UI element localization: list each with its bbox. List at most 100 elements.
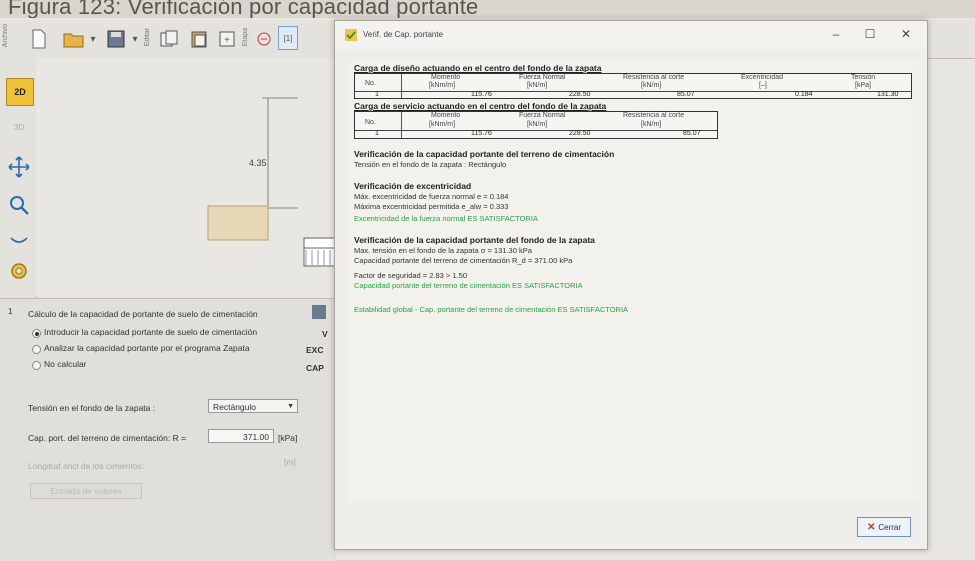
close-x-icon: ✕: [866, 521, 876, 533]
col-header: Tensión: [851, 74, 876, 81]
mode-3d-button[interactable]: 3D: [6, 114, 32, 140]
unit-label: [kN/m]: [641, 121, 662, 128]
verif-dialog: Verif. de Cap. portante – ☐ ✕ Carga de d…: [334, 20, 928, 550]
side-label-v: V: [322, 329, 328, 339]
copy-icon[interactable]: [158, 26, 180, 52]
fondo-line-1: Max. tensión en el fondo de la zapata σ …: [354, 246, 532, 255]
cap-unit: [kPa]: [278, 433, 298, 443]
fondo-line-2: Capacidad portante del terreno de ciment…: [354, 256, 573, 265]
panel-heading: Cálculo de la capacidad de portante de s…: [28, 309, 258, 319]
fondo-line-3: Factor de seguridad = 2.83 > 1.50: [354, 271, 467, 280]
mode-2d-button[interactable]: 2D: [6, 78, 34, 106]
fondo-ok-status: Capacidad portante del terreno de ciment…: [354, 281, 583, 290]
dialog-title: Verif. de Cap. portante: [363, 30, 444, 39]
input-panel: 1 Cálculo de la capacidad de portante de…: [0, 298, 336, 561]
table-cell: 1: [375, 91, 379, 98]
service-load-table: No. Momento Fuerza Normal Resistencia al…: [354, 111, 718, 139]
figure-caption: Figura 123: Verificación por capacidad p…: [8, 0, 479, 19]
cerrar-button[interactable]: ✕ Cerrar: [857, 517, 911, 537]
col-header: Resistencia al corte: [623, 112, 685, 119]
chevron-down-icon: ▼: [287, 403, 294, 410]
dialog-app-icon: [345, 28, 357, 41]
col-header: Resistencia al corte: [623, 74, 685, 81]
option-no-calcular-label: No calcular: [44, 359, 87, 369]
cap-input[interactable]: 371.00: [208, 429, 274, 443]
longitud-unit: [m]: [284, 457, 296, 467]
col-header: No.: [365, 119, 376, 126]
option-analizar-label: Analizar la capacidad portante por el pr…: [44, 343, 250, 353]
panel-marker: 1: [8, 307, 13, 316]
drawing-canvas[interactable]: 4.35: [36, 58, 336, 296]
unit-label: [kPa]: [855, 82, 871, 89]
radio-introducir[interactable]: [32, 329, 41, 338]
radio-no-calcular[interactable]: [32, 361, 41, 370]
tension-select[interactable]: Rectángulo ▼: [208, 399, 298, 413]
design-load-table: No. Momento Fuerza Normal Resistencia al…: [354, 73, 912, 99]
zoom-icon[interactable]: [6, 192, 32, 218]
col-header: Excentricidad: [741, 74, 784, 81]
side-label-cap: CAP: [306, 363, 324, 373]
exc-line-2: Máxima excentricidad permitida e_alw = 0…: [354, 202, 509, 211]
side-label-exc: EXC: [306, 345, 324, 355]
radio-analizar[interactable]: [32, 345, 41, 354]
editar-label: Editar: [144, 28, 151, 47]
paste-icon[interactable]: [188, 26, 210, 52]
unit-label: [kN/m]: [527, 82, 548, 89]
unit-label: [kN/m]: [527, 121, 548, 128]
table-cell: 228.50: [569, 91, 591, 98]
verif-subtext: Tensión en el fondo de la zapata : Rectá…: [354, 160, 507, 169]
new-file-icon[interactable]: [28, 26, 50, 52]
unit-label: [kNm/m]: [429, 121, 456, 128]
etapa-label: Etapa: [242, 28, 249, 47]
dialog-content: Carga de diseño actuando en el centro de…: [349, 61, 919, 501]
option-introducir-label: Introducir la capacidad portante de suel…: [44, 327, 258, 337]
table-cell: 131.30: [877, 91, 899, 98]
stage-1-tab[interactable]: [1]: [278, 26, 298, 50]
maximize-icon[interactable]: ☐: [859, 23, 881, 45]
service-table-title: Carga de servicio actuando en el centro …: [354, 101, 607, 111]
tension-select-value: Rectángulo: [213, 402, 257, 412]
fondo-heading: Verificación de la capacidad portante de…: [354, 235, 595, 245]
settings-gear-icon[interactable]: [6, 258, 32, 284]
col-header: No.: [365, 80, 376, 87]
table-cell: 115.76: [471, 130, 492, 137]
unit-label: [kNm/m]: [429, 82, 456, 89]
minimize-icon[interactable]: –: [825, 23, 847, 45]
svg-text:+: +: [224, 35, 230, 46]
table-cell: 115.76: [471, 91, 492, 98]
remove-stage-icon[interactable]: [256, 26, 272, 52]
collapse-icon[interactable]: [6, 228, 32, 254]
verif-heading: Verificación de la capacidad portante de…: [354, 149, 615, 159]
move-icon[interactable]: [6, 154, 32, 180]
disabled-entry-button[interactable]: Entrada de valores: [30, 483, 142, 499]
table-cell: 228.50: [569, 130, 591, 137]
col-header: Momento: [431, 112, 461, 119]
open-dropdown-icon[interactable]: ▾: [88, 26, 98, 52]
side-icon[interactable]: [312, 305, 326, 319]
close-icon[interactable]: ✕: [895, 23, 917, 45]
cerrar-label: Cerrar: [878, 522, 902, 532]
dialog-titlebar: Verif. de Cap. portante – ☐ ✕: [335, 21, 927, 49]
col-header: Fuerza Normal: [519, 112, 566, 119]
left-toolbar: 2D 3D: [0, 58, 37, 298]
open-folder-icon[interactable]: [62, 26, 86, 52]
col-header: Fuerza Normal: [519, 74, 566, 81]
table-cell: 85.07: [683, 130, 701, 137]
exc-ok-status: Excentricidad de la fuerza normal ES SAT…: [354, 214, 538, 223]
toolbar-group-label: Archivo: [2, 24, 9, 48]
unit-label: [kN/m]: [641, 82, 662, 89]
table-cell: 1: [375, 130, 379, 137]
save-dropdown-icon[interactable]: ▾: [130, 26, 140, 52]
table-cell: 85.07: [677, 91, 695, 98]
dimension-label: 4.35: [249, 158, 267, 168]
cap-label: Cap. port. del terreno de cimentación: R…: [28, 433, 187, 443]
add-stage-icon[interactable]: +: [216, 26, 238, 52]
design-table-title: Carga de diseño actuando en el centro de…: [354, 63, 602, 73]
save-icon[interactable]: [104, 26, 128, 52]
unit-label: [–]: [759, 82, 767, 89]
table-cell: 0.184: [795, 91, 813, 98]
exc-line-1: Máx. excentricidad de fuerza normal e = …: [354, 192, 509, 201]
global-ok-status: Estabilidad global - Cap. portante del t…: [354, 305, 629, 314]
exc-heading: Verificación de excentricidad: [354, 181, 472, 191]
tension-label: Tensión en el fondo de la zapata :: [28, 403, 156, 413]
